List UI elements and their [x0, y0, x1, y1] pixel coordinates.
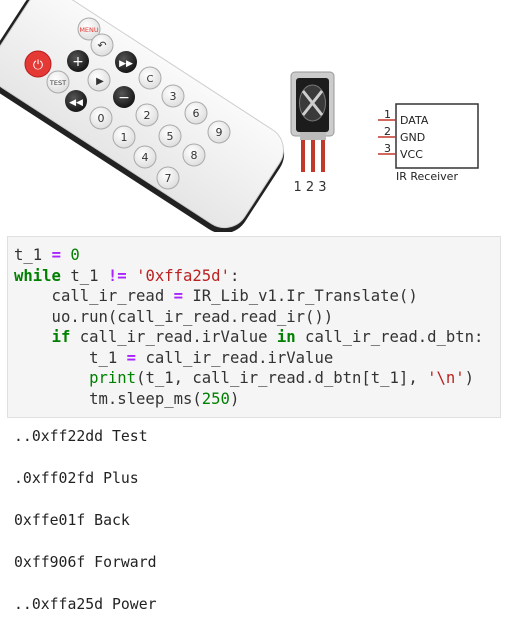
power-icon: ⏻: [33, 58, 43, 73]
code-line-2: while t_1 != '0xffa25d':: [14, 266, 240, 285]
output-line: 0xffe01f Back: [14, 512, 130, 529]
ir-receiver-caption: IR Receiver: [396, 170, 458, 183]
key-4[interactable]: 4: [133, 145, 157, 169]
pin-2-number: 2: [384, 125, 391, 138]
plus-button[interactable]: +: [67, 50, 89, 72]
ir-receiver-diagram: 1 2 3 DATA GND VCC IR Receiver: [378, 103, 479, 183]
plus-button-label: +: [72, 54, 84, 70]
back-button[interactable]: ↶: [90, 33, 114, 57]
key-5[interactable]: 5: [158, 124, 182, 148]
sensor-pin-numbers: 1 2 3: [293, 180, 326, 195]
output-line: ..0xffa25d Power: [14, 596, 157, 613]
test-button-label: TEST: [49, 79, 66, 87]
hardware-figure: ⏻ MENU TEST + ↶ ▶ ▶▶ ◀◀ − C 0 3 2 1 6 5 …: [0, 0, 505, 234]
fast-forward-icon: ▶▶: [119, 59, 133, 69]
menu-button-label: MENU: [79, 26, 99, 34]
play-button[interactable]: ▶: [87, 68, 111, 92]
power-button[interactable]: ⏻: [24, 50, 52, 78]
pin-data-label: DATA: [400, 114, 429, 127]
key-2[interactable]: 2: [135, 103, 159, 127]
key-0-label: 0: [98, 112, 105, 125]
clear-button[interactable]: C: [138, 66, 162, 90]
pin-1-number: 1: [384, 108, 391, 121]
output-line: .0xff02fd Plus: [14, 470, 139, 487]
key-8[interactable]: 8: [182, 143, 206, 167]
play-icon: ▶: [96, 76, 104, 87]
code-block[interactable]: t_1 = 0 while t_1 != '0xffa25d': call_ir…: [14, 245, 483, 409]
pin-gnd-label: GND: [400, 131, 425, 144]
key-1[interactable]: 1: [112, 125, 136, 149]
test-button[interactable]: TEST: [46, 70, 70, 94]
code-cell[interactable]: t_1 = 0 while t_1 != '0xffa25d': call_ir…: [7, 236, 501, 418]
forward-button[interactable]: ▶▶: [115, 51, 137, 73]
code-line-3: call_ir_read = IR_Lib_v1.Ir_Translate(): [14, 287, 418, 305]
key-9-label: 9: [216, 126, 223, 139]
sensor-pin-3: [321, 140, 325, 172]
rewind-icon: ◀◀: [69, 98, 83, 108]
pin-3-number: 3: [384, 142, 391, 155]
output-line: ..0xff22dd Test: [14, 428, 148, 445]
code-line-1: t_1 = 0: [14, 246, 80, 264]
minus-button[interactable]: −: [113, 86, 135, 108]
key-0[interactable]: 0: [89, 106, 113, 130]
pin-vcc-label: VCC: [400, 148, 423, 161]
key-7-label: 7: [165, 172, 172, 185]
key-3[interactable]: 3: [161, 84, 185, 108]
minus-button-label: −: [118, 90, 130, 106]
rewind-button[interactable]: ◀◀: [65, 90, 87, 112]
key-2-label: 2: [144, 109, 151, 122]
ir-sensor-component: 1 2 3: [290, 71, 335, 195]
sensor-pin-1: [301, 140, 305, 172]
code-line-7: print(t_1, call_ir_read.d_btn[t_1], '\n'…: [89, 369, 475, 387]
key-4-label: 4: [142, 151, 149, 164]
key-1-label: 1: [121, 131, 128, 144]
hardware-illustration: ⏻ MENU TEST + ↶ ▶ ▶▶ ◀◀ − C 0 3 2 1 6 5 …: [0, 0, 479, 234]
key-7[interactable]: 7: [156, 166, 180, 190]
return-icon: ↶: [97, 39, 106, 52]
key-6-label: 6: [193, 107, 200, 120]
clear-button-label: C: [147, 74, 154, 85]
cell-output: ..0xff22dd Test .0xff02fd Plus 0xffe01f …: [14, 427, 157, 637]
code-line-5: if call_ir_read.irValue in call_ir_read.…: [51, 328, 484, 346]
key-3-label: 3: [170, 90, 177, 103]
key-9[interactable]: 9: [207, 120, 231, 144]
key-5-label: 5: [167, 130, 174, 143]
key-6[interactable]: 6: [184, 101, 208, 125]
key-8-label: 8: [191, 149, 198, 162]
code-line-8: tm.sleep_ms(250): [14, 389, 240, 408]
output-line: 0xff906f Forward: [14, 554, 157, 571]
code-line-6: t_1 = call_ir_read.irValue: [14, 348, 334, 367]
code-line-4: uo.run(call_ir_read.read_ir()): [14, 307, 334, 326]
sensor-pin-2: [311, 140, 315, 172]
